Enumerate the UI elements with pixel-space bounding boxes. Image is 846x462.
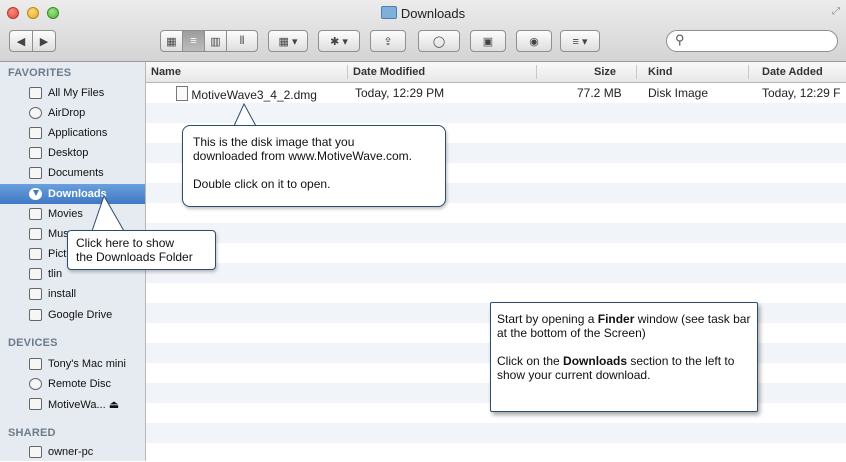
instruction-paragraph-2: Click on the Downloads section to the le… bbox=[497, 354, 735, 382]
callout-text: downloaded from www.MotiveWave.com. bbox=[193, 149, 412, 163]
callout-text: This is the disk image that you bbox=[193, 135, 355, 149]
instruction-paragraph-1: Start by opening a Finder window (see ta… bbox=[497, 312, 751, 340]
callout-text: Double click on it to open. bbox=[193, 177, 331, 191]
callout-text: Click here to show bbox=[76, 236, 175, 250]
downloads-callout-pointer bbox=[91, 194, 125, 232]
downloads-callout: Click here to show the Downloads Folder bbox=[67, 230, 216, 270]
callout-text: the Downloads Folder bbox=[76, 250, 193, 264]
instructions-callout: Start by opening a Finder window (see ta… bbox=[490, 302, 758, 412]
disk-image-callout: This is the disk image that you download… bbox=[182, 125, 446, 207]
disk-image-callout-pointer bbox=[233, 102, 257, 127]
